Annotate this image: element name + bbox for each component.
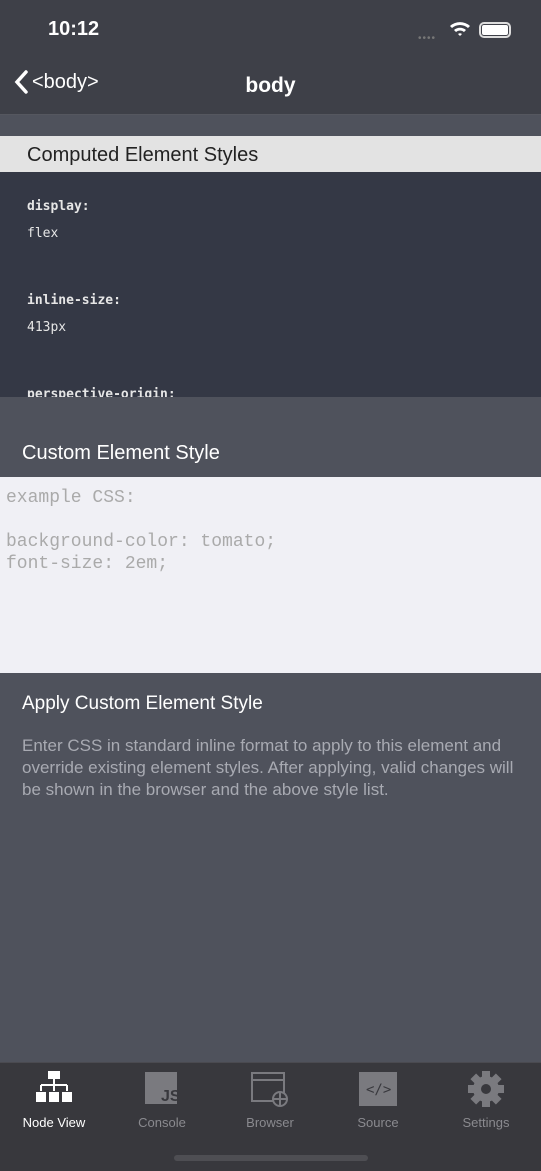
- style-key: inline-size:: [27, 293, 121, 308]
- tab-label: Browser: [246, 1115, 294, 1130]
- tab-browser[interactable]: Browser: [220, 1069, 320, 1130]
- tab-bar: Node View JS Console Browser </> Source …: [0, 1062, 541, 1171]
- style-key: display:: [27, 199, 90, 214]
- tab-label: Source: [357, 1115, 399, 1130]
- tab-node-view[interactable]: Node View: [4, 1069, 104, 1130]
- style-value: 413px: [27, 320, 67, 335]
- tab-console[interactable]: JS Console: [112, 1069, 212, 1130]
- tab-source[interactable]: </> Source: [328, 1069, 428, 1130]
- tab-settings[interactable]: Settings: [436, 1069, 536, 1130]
- js-icon: JS: [145, 1072, 179, 1105]
- gear-icon: [468, 1071, 504, 1107]
- svg-text:</>: </>: [366, 1082, 391, 1098]
- computed-styles-list[interactable]: display: flex inline-size: 413px perspec…: [0, 172, 541, 397]
- style-value: flex: [27, 226, 59, 241]
- computed-styles-header: Computed Element Styles: [0, 136, 541, 172]
- svg-text:JS: JS: [161, 1088, 179, 1105]
- browser-globe-icon: [251, 1072, 288, 1107]
- home-indicator: [174, 1155, 368, 1161]
- tab-label: Settings: [462, 1115, 510, 1130]
- battery-icon: [479, 22, 511, 38]
- signal-icon: ••••: [418, 33, 437, 44]
- page-title: body: [245, 74, 296, 97]
- wifi-icon: [450, 22, 470, 36]
- tab-label: Node View: [22, 1115, 86, 1130]
- code-icon: </>: [359, 1072, 397, 1106]
- apply-custom-style-button[interactable]: Apply Custom Element Style: [22, 693, 263, 715]
- status-time: 10:12: [48, 18, 100, 40]
- style-key: perspective-origin:: [27, 387, 176, 397]
- custom-css-input[interactable]: example CSS: background-color: tomato; f…: [0, 477, 541, 673]
- apply-description: Enter CSS in standard inline format to a…: [22, 736, 514, 799]
- tab-label: Console: [138, 1115, 186, 1130]
- status-and-nav-bar: 10:12 •••• <body> body: [0, 0, 541, 115]
- hierarchy-icon: [36, 1071, 72, 1102]
- custom-style-label: Custom Element Style: [22, 442, 220, 464]
